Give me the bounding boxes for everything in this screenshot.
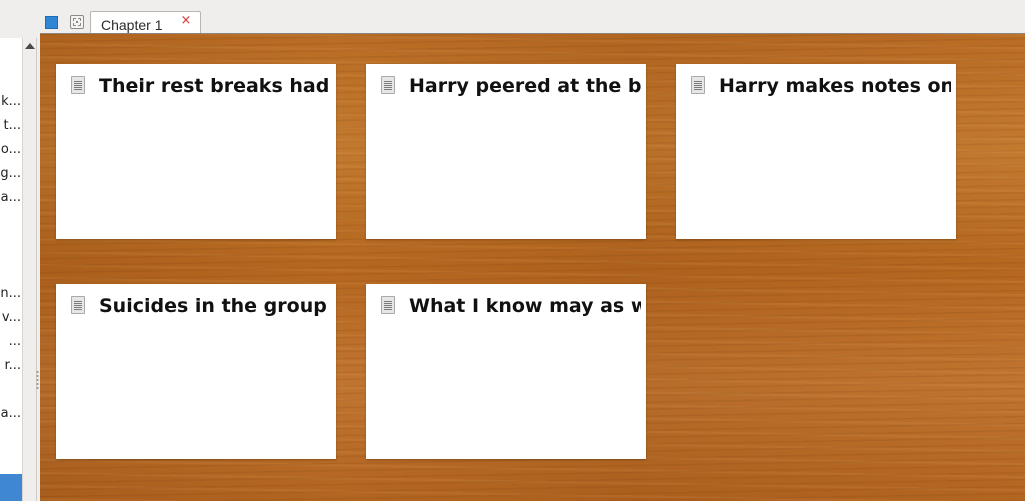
index-card[interactable]: Suicides in the group <box>56 284 336 459</box>
binder-scrollbar[interactable] <box>22 38 37 501</box>
document-icon <box>381 296 395 314</box>
index-card[interactable]: Their rest breaks had ... <box>56 64 336 239</box>
card-title: Suicides in the group <box>99 295 327 317</box>
binder-item[interactable]: r... <box>0 357 21 375</box>
corkboard[interactable]: Their rest breaks had ... Harry peered a… <box>40 33 1025 501</box>
binder-item[interactable]: v... <box>0 309 21 327</box>
splitter-handle[interactable] <box>36 370 39 390</box>
card-title: Their rest breaks had ... <box>99 75 331 97</box>
index-card[interactable]: What I know may as w... <box>366 284 646 459</box>
card-title: What I know may as w... <box>409 295 641 317</box>
view-mode-icon[interactable] <box>45 16 58 29</box>
binder-item[interactable]: t... <box>0 117 22 135</box>
index-card[interactable]: Harry makes notes on... <box>676 64 956 239</box>
binder-panel: k... t... o... g... a... n... v... ... r… <box>0 38 22 501</box>
editor-tab-bar: Chapter 1 × <box>37 0 1025 34</box>
card-title: Harry makes notes on... <box>719 75 951 97</box>
split-view-icon[interactable] <box>70 15 84 29</box>
binder-item[interactable]: a... <box>0 405 21 423</box>
binder-item[interactable]: n... <box>0 285 21 303</box>
app-window: k... t... o... g... a... n... v... ... r… <box>0 0 1025 501</box>
binder-item[interactable]: g... <box>0 165 21 183</box>
document-icon <box>381 76 395 94</box>
index-card[interactable]: Harry peered at the b... <box>366 64 646 239</box>
scroll-up-arrow-icon[interactable] <box>25 43 35 49</box>
binder-item[interactable]: ... <box>0 333 21 351</box>
document-icon <box>71 76 85 94</box>
binder-item[interactable]: a... <box>0 189 21 207</box>
binder-item[interactable]: o... <box>0 141 21 159</box>
close-icon[interactable]: × <box>179 13 193 29</box>
tab-label: Chapter 1 <box>101 17 163 33</box>
tab-chapter-1[interactable]: Chapter 1 × <box>90 11 201 34</box>
binder-selected-item[interactable] <box>0 474 22 501</box>
document-icon <box>691 76 705 94</box>
binder-item[interactable]: k... <box>0 93 21 111</box>
document-icon <box>71 296 85 314</box>
card-title: Harry peered at the b... <box>409 75 641 97</box>
